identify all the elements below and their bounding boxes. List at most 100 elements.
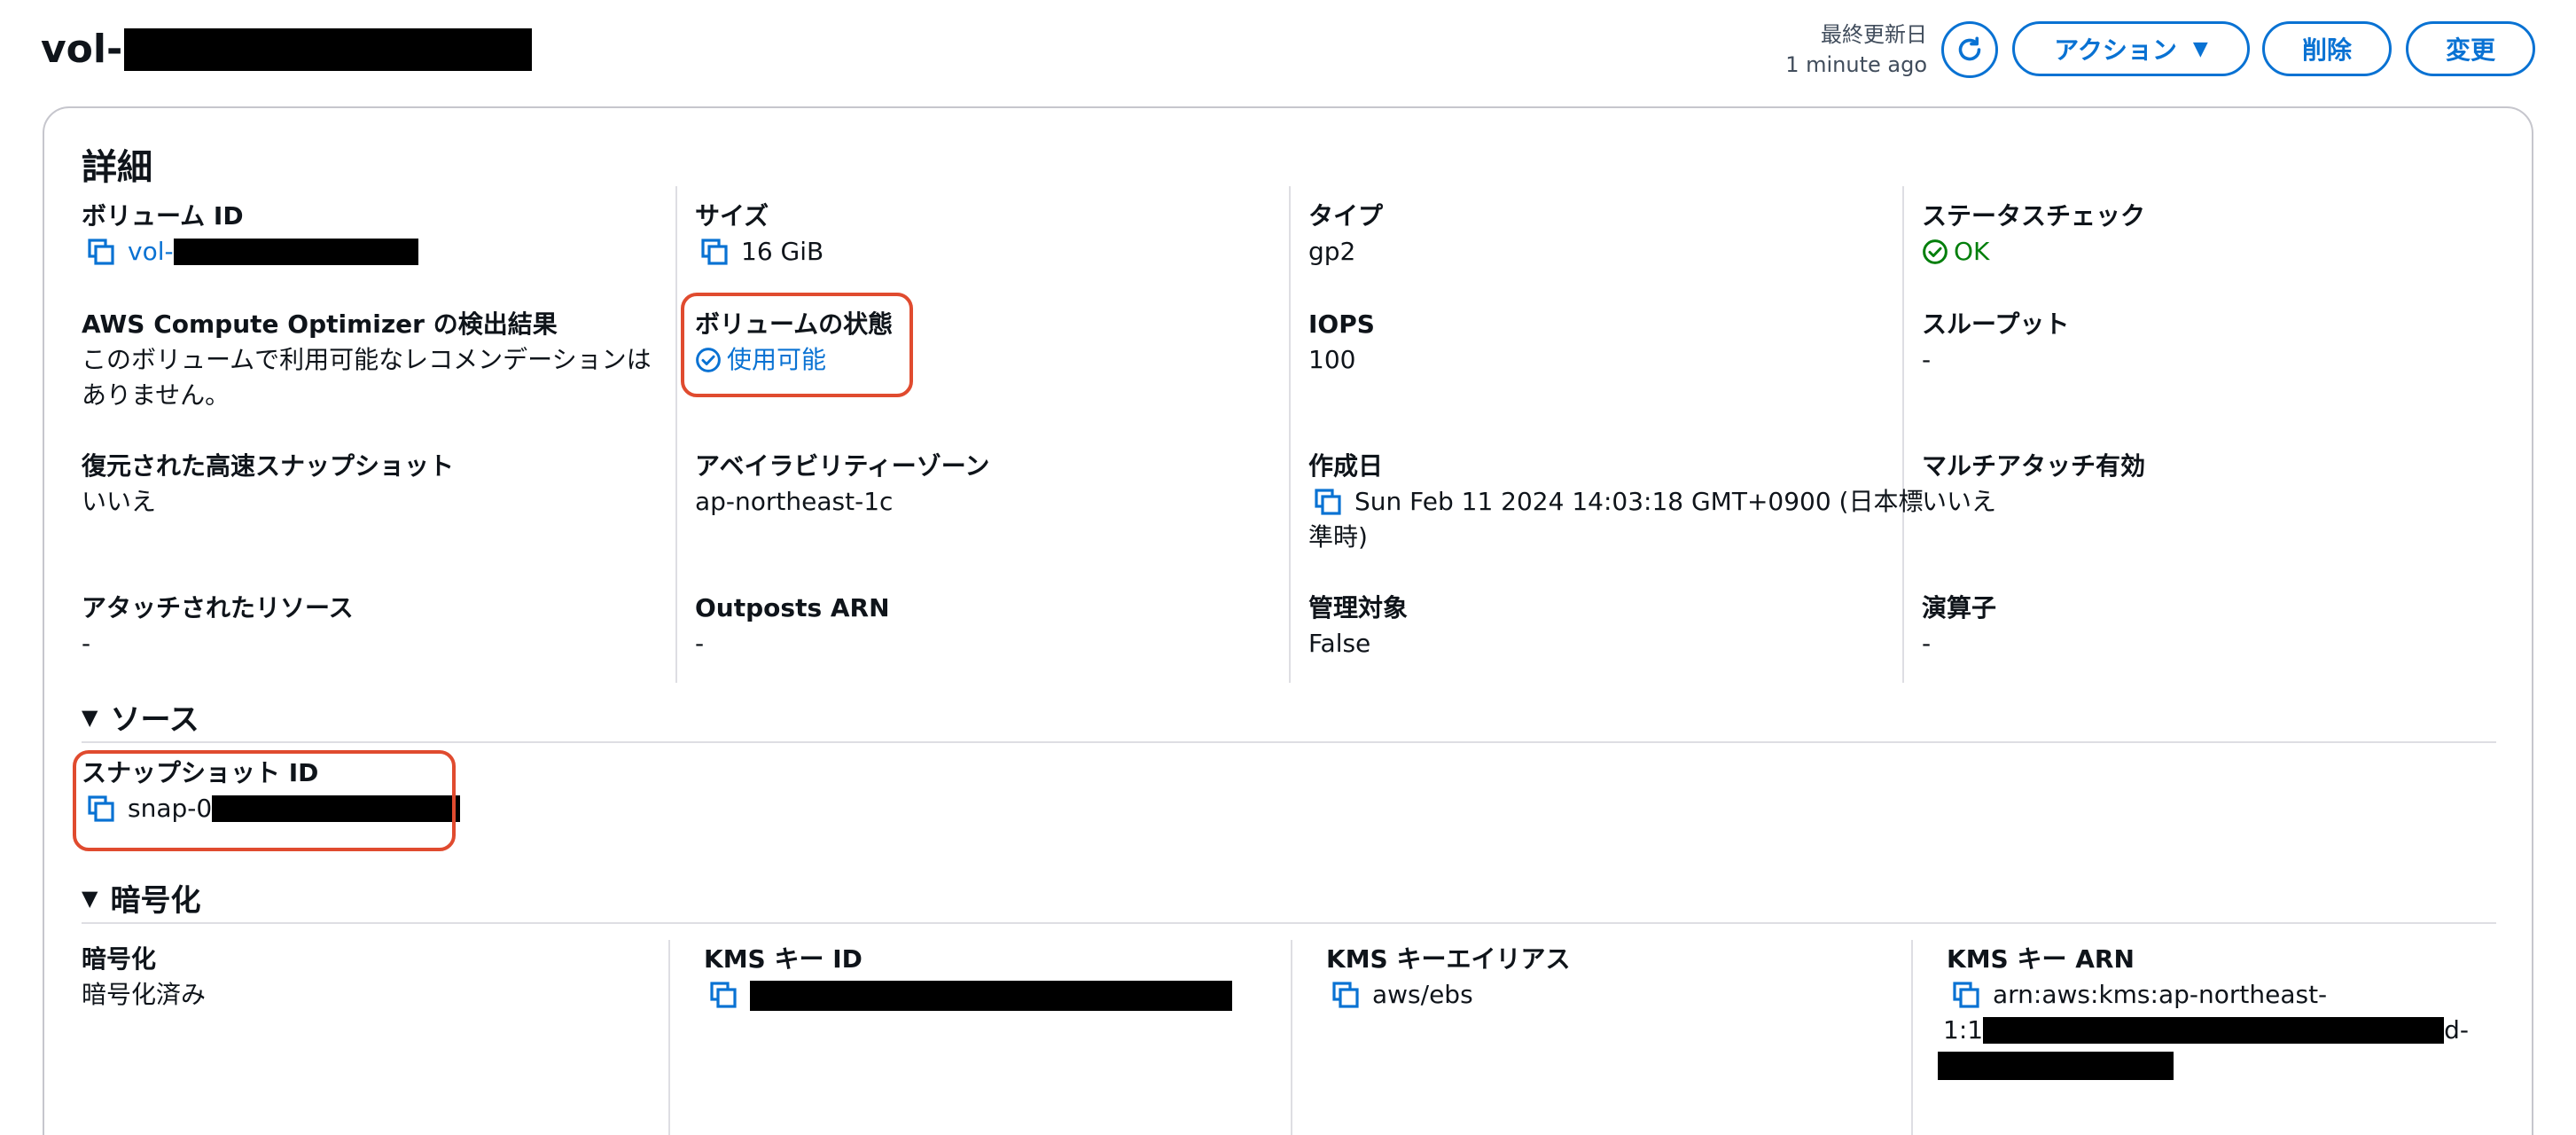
section-divider — [82, 922, 2496, 924]
kms-alias-field: KMS キーエイリアス aws/ebs — [1326, 942, 1570, 1013]
kms-arn-value-line2-suffix: d- — [2444, 1015, 2469, 1045]
edit-button-label: 変更 — [2445, 35, 2495, 65]
column-divider — [675, 186, 677, 683]
az-label: アベイラビリティーゾーン — [695, 451, 990, 481]
attached-field: アタッチされたリソース - — [82, 591, 354, 661]
az-field: アベイラビリティーゾーン ap-northeast-1c — [695, 449, 989, 520]
type-field: タイプ gp2 — [1308, 199, 1383, 270]
iops-field: IOPS 100 — [1308, 307, 1375, 378]
managed-label: 管理対象 — [1308, 593, 1409, 622]
az-value: ap-northeast-1c — [695, 487, 894, 516]
kms-arn-value-line2-prefix: 1:1 — [1943, 1015, 1984, 1045]
fast-snapshot-label: 復元された高速スナップショット — [82, 451, 455, 481]
attached-label: アタッチされたリソース — [82, 593, 354, 622]
multi-attach-field: マルチアタッチ有効 いいえ — [1922, 449, 2145, 520]
source-section-toggle[interactable]: ▼ ソース — [82, 695, 199, 739]
delete-button-label: 削除 — [2301, 35, 2352, 65]
volume-id-label: ボリューム ID — [82, 201, 244, 231]
encryption-value: 暗号化済み — [82, 980, 207, 1009]
created-label: 作成日 — [1308, 451, 1384, 481]
details-title: 詳細 — [82, 147, 152, 188]
operator-field: 演算子 - — [1922, 591, 1996, 661]
caret-down-icon: ▼ — [82, 704, 98, 730]
size-label: サイズ — [695, 201, 769, 231]
column-divider — [1289, 186, 1291, 683]
copy-icon[interactable] — [1314, 488, 1342, 516]
operator-label: 演算子 — [1922, 593, 1997, 622]
iops-label: IOPS — [1308, 309, 1375, 339]
created-value-line2: 準時) — [1308, 522, 1368, 552]
source-title: ソース — [110, 702, 199, 738]
section-divider — [82, 741, 2496, 743]
page-title: vol- — [41, 27, 533, 72]
redacted-kms-arn — [1983, 1017, 2445, 1044]
status-ok-icon — [1923, 239, 1948, 264]
managed-value: False — [1308, 629, 1371, 658]
type-label: タイプ — [1308, 201, 1384, 231]
delete-button[interactable]: 削除 — [2262, 21, 2392, 76]
outposts-field: Outposts ARN - — [695, 591, 890, 661]
volume-id-field: ボリューム ID vol- — [82, 199, 418, 270]
outposts-label: Outposts ARN — [695, 593, 890, 622]
column-divider — [668, 940, 670, 1135]
column-divider — [1291, 940, 1292, 1135]
optimizer-field: AWS Compute Optimizer の検出結果 このボリュームで利用可能… — [82, 307, 652, 413]
copy-icon[interactable] — [700, 238, 729, 266]
redacted-kms-key-id — [750, 981, 1232, 1011]
created-value-line1: Sun Feb 11 2024 14:03:18 GMT+0900 (日本標 — [1354, 487, 1924, 516]
type-value: gp2 — [1308, 237, 1356, 266]
fast-snapshot-value: いいえ — [82, 487, 157, 516]
kms-alias-value: aws/ebs — [1372, 980, 1473, 1009]
copy-icon[interactable] — [1952, 981, 1980, 1009]
refresh-icon — [1958, 36, 1981, 61]
optimizer-value-line2: ありません。 — [82, 380, 230, 410]
kms-key-id-label: KMS キー ID — [704, 944, 863, 974]
column-divider — [1911, 940, 1913, 1135]
highlight-volume-state — [681, 293, 913, 397]
last-updated: 最終更新日 1 minute ago — [1785, 20, 1927, 80]
kms-key-id-field: KMS キー ID — [704, 942, 1232, 1011]
column-divider — [1902, 186, 1904, 683]
actions-button[interactable]: アクション ▼ — [2012, 21, 2250, 76]
encryption-section-toggle[interactable]: ▼ 暗号化 — [82, 876, 200, 920]
created-field: 作成日 Sun Feb 11 2024 14:03:18 GMT+0900 (日… — [1308, 449, 1924, 555]
attached-value: - — [82, 629, 91, 658]
kms-alias-label: KMS キーエイリアス — [1326, 944, 1571, 974]
status-check-value: OK — [1954, 237, 1990, 266]
size-field: サイズ 16 GiB — [695, 199, 824, 270]
optimizer-value-line1: このボリュームで利用可能なレコメンデーションは — [82, 345, 652, 374]
status-check-label: ステータスチェック — [1922, 201, 2146, 231]
fast-snapshot-field: 復元された高速スナップショット いいえ — [82, 449, 454, 520]
caret-down-icon: ▼ — [82, 885, 98, 911]
edit-button[interactable]: 変更 — [2406, 21, 2535, 76]
optimizer-label: AWS Compute Optimizer の検出結果 — [82, 309, 558, 339]
outposts-value: - — [695, 629, 705, 658]
kms-arn-label: KMS キー ARN — [1947, 944, 2135, 974]
iops-value: 100 — [1308, 345, 1356, 374]
throughput-label: スループット — [1922, 309, 2070, 339]
multi-attach-label: マルチアタッチ有効 — [1922, 451, 2146, 481]
details-container: 詳細 ボリューム ID vol- サイズ 16 GiB タイプ gp2 ステータ… — [43, 106, 2533, 1135]
status-check-field: ステータスチェック OK — [1922, 199, 2145, 270]
throughput-field: スループット - — [1922, 307, 2069, 378]
refresh-button[interactable] — [1941, 21, 1998, 78]
caret-down-icon: ▼ — [2192, 37, 2208, 60]
redacted-volume-id — [124, 27, 533, 71]
highlight-snapshot-id — [73, 750, 456, 851]
encryption-title: 暗号化 — [110, 883, 201, 919]
last-updated-value: 1 minute ago — [1785, 52, 1927, 77]
volume-id-value[interactable]: vol- — [128, 234, 174, 270]
redacted-volume-id — [173, 239, 418, 265]
page-title-text: vol- — [41, 27, 123, 72]
actions-button-label: アクション — [2054, 35, 2177, 65]
managed-field: 管理対象 False — [1308, 591, 1408, 661]
size-value: 16 GiB — [741, 237, 824, 266]
copy-icon[interactable] — [1331, 981, 1360, 1009]
kms-arn-value-line1: arn:aws:kms:ap-northeast- — [1993, 980, 2328, 1009]
copy-icon[interactable] — [709, 981, 738, 1009]
encryption-label: 暗号化 — [82, 944, 157, 974]
kms-arn-field: KMS キー ARN arn:aws:kms:ap-northeast- 1:1… — [1938, 942, 2469, 1080]
copy-icon[interactable] — [87, 238, 115, 266]
encryption-field: 暗号化 暗号化済み — [82, 942, 206, 1013]
multi-attach-value: いいえ — [1922, 487, 1997, 516]
